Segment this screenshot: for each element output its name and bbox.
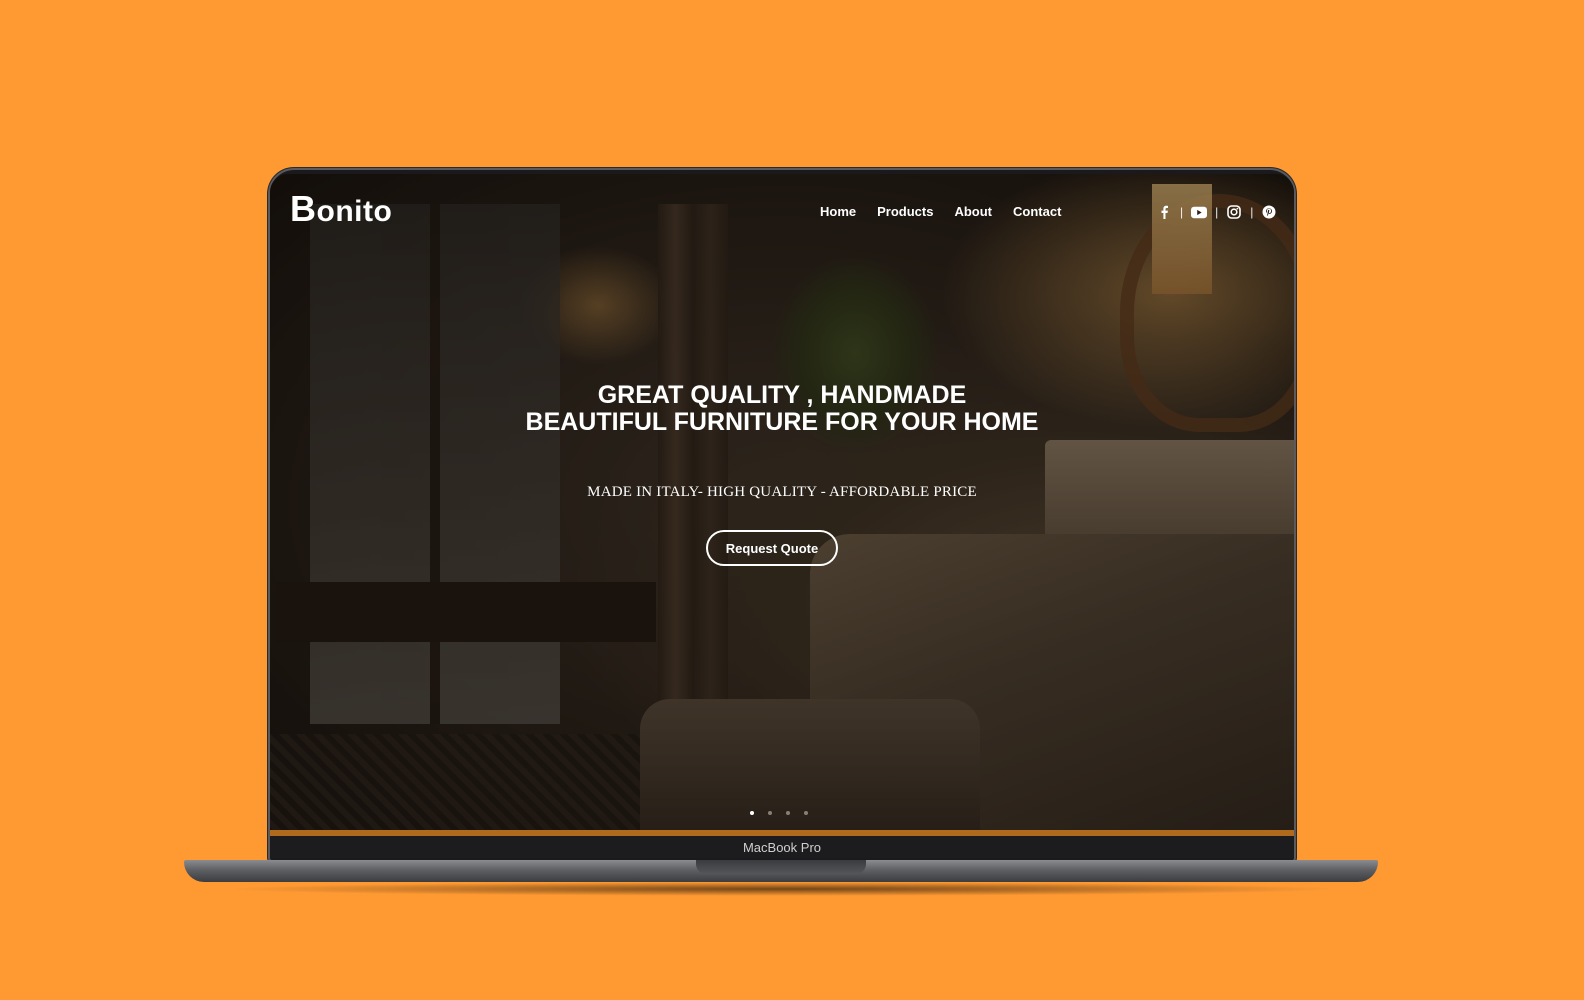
hero-title-line1: GREAT QUALITY , HANDMADE	[597, 381, 967, 409]
social-separator: |	[1215, 205, 1219, 219]
nav-products[interactable]: Products	[877, 204, 933, 219]
social-separator: |	[1250, 205, 1254, 219]
hero-title-line2: BEAUTIFUL FURNITURE FOR YOUR HOME	[525, 408, 1039, 436]
slider-dot-3[interactable]	[786, 811, 790, 815]
hero-title: GREAT QUALITY , HANDMADE BEAUTIFUL FURNI…	[270, 382, 1294, 436]
slider-dot-2[interactable]	[768, 811, 772, 815]
nav-home[interactable]: Home	[820, 204, 856, 219]
website-screen: Bonito Home Products About Contact | | |…	[270, 174, 1294, 830]
request-quote-button[interactable]: Request Quote	[706, 530, 838, 566]
hero-subtitle: MADE IN ITALY- HIGH QUALITY - AFFORDABLE…	[587, 484, 977, 500]
nav-about[interactable]: About	[954, 204, 992, 219]
social-separator: |	[1180, 205, 1184, 219]
site-logo[interactable]: Bonito	[290, 188, 392, 230]
facebook-icon[interactable]	[1156, 204, 1172, 220]
slider-dot-1[interactable]	[750, 811, 754, 815]
laptop-shadow	[220, 882, 1344, 896]
device-label: MacBook Pro	[742, 840, 822, 855]
logo-initial: B	[290, 188, 317, 229]
slider-dot-4[interactable]	[804, 811, 808, 815]
instagram-icon[interactable]	[1226, 204, 1242, 220]
main-nav: Home Products About Contact	[820, 204, 1061, 219]
slider-dots	[750, 811, 808, 815]
laptop-notch	[696, 860, 866, 874]
logo-text: onito	[316, 195, 393, 228]
hero-overlay	[270, 174, 1294, 830]
social-links: | | |	[1156, 204, 1277, 220]
nav-contact[interactable]: Contact	[1013, 204, 1061, 219]
pinterest-icon[interactable]	[1261, 204, 1277, 220]
youtube-icon[interactable]	[1191, 204, 1208, 220]
